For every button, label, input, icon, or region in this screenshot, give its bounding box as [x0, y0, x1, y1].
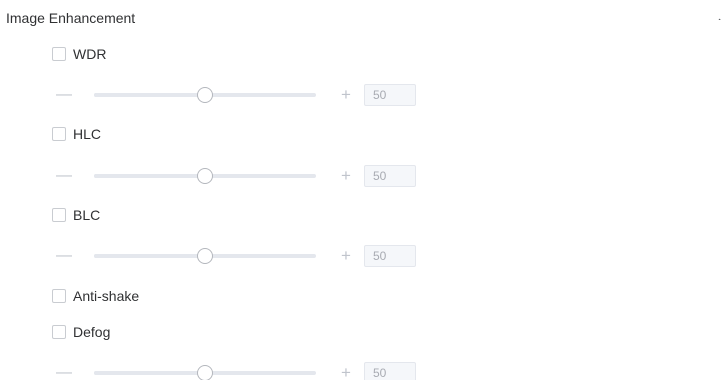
defog-slider-fill	[94, 371, 205, 375]
wdr-option[interactable]: WDR	[52, 44, 106, 64]
defog-decrease-button[interactable]: —	[56, 365, 72, 380]
defog-checkbox[interactable]	[52, 325, 66, 339]
blc-slider-row: — + 50	[56, 244, 418, 268]
blc-slider-fill	[94, 254, 205, 258]
defog-slider-handle[interactable]	[197, 365, 213, 380]
image-enhancement-header[interactable]: Image Enhancement	[0, 0, 725, 36]
blc-slider-track[interactable]	[94, 248, 316, 264]
blc-increase-button[interactable]: +	[338, 247, 354, 264]
hlc-option[interactable]: HLC	[52, 124, 101, 144]
defog-increase-button[interactable]: +	[338, 364, 354, 380]
blc-slider-handle[interactable]	[197, 248, 213, 264]
wdr-decrease-button[interactable]: —	[56, 87, 72, 103]
defog-option[interactable]: Defog	[52, 322, 110, 342]
chevron-down-icon[interactable]	[718, 12, 725, 20]
defog-value-input[interactable]: 50	[364, 362, 416, 380]
hlc-checkbox[interactable]	[52, 127, 66, 141]
wdr-slider-track[interactable]	[94, 87, 316, 103]
hlc-slider-track[interactable]	[94, 168, 316, 184]
hlc-slider-handle[interactable]	[197, 168, 213, 184]
anti-shake-option[interactable]: Anti-shake	[52, 286, 139, 306]
blc-checkbox[interactable]	[52, 208, 66, 222]
hlc-increase-button[interactable]: +	[338, 167, 354, 184]
anti-shake-checkbox[interactable]	[52, 289, 66, 303]
blc-option[interactable]: BLC	[52, 205, 100, 225]
wdr-slider-row: — + 50	[56, 83, 418, 107]
hlc-slider-row: — + 50	[56, 164, 418, 188]
wdr-slider-handle[interactable]	[197, 87, 213, 103]
hlc-label: HLC	[73, 126, 102, 142]
hlc-slider-fill	[94, 174, 205, 178]
blc-value-input[interactable]: 50	[364, 245, 416, 267]
blc-decrease-button[interactable]: —	[56, 248, 72, 264]
wdr-value-input[interactable]: 50	[364, 84, 416, 106]
defog-label: Defog	[73, 324, 111, 340]
wdr-increase-button[interactable]: +	[338, 86, 354, 103]
wdr-slider-fill	[94, 93, 205, 97]
defog-slider-track[interactable]	[94, 365, 316, 380]
wdr-label: WDR	[73, 46, 107, 62]
defog-slider-row: — + 50	[56, 361, 418, 380]
wdr-checkbox[interactable]	[52, 47, 66, 61]
hlc-value-input[interactable]: 50	[364, 165, 416, 187]
image-enhancement-panel: Image Enhancement WDR — + 50 HLC — + 50	[0, 0, 725, 380]
hlc-decrease-button[interactable]: —	[56, 168, 72, 184]
section-title: Image Enhancement	[6, 10, 136, 26]
anti-shake-label: Anti-shake	[73, 288, 140, 304]
blc-label: BLC	[73, 207, 101, 223]
